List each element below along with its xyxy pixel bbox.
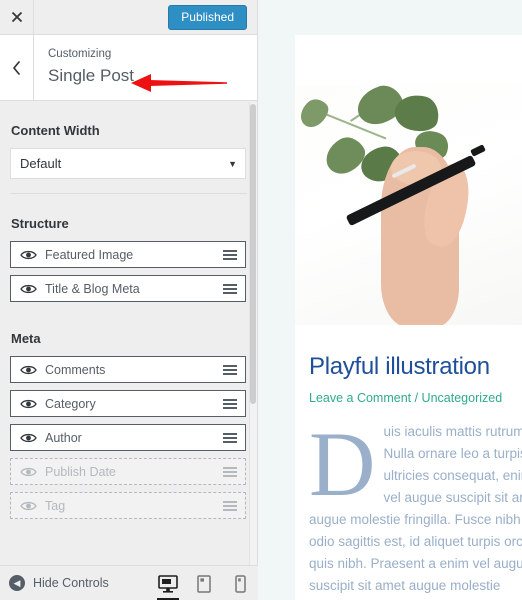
collapse-arrow-icon: ◀ [9, 575, 25, 591]
content-width-control: Default ▼ [10, 148, 247, 179]
preview-post-card: Playful illustration Leave a Comment / U… [295, 35, 522, 600]
structure-label: Structure [11, 216, 69, 231]
item-label: Title & Blog Meta [45, 281, 140, 296]
item-label: Author [45, 430, 82, 445]
item-label: Featured Image [45, 247, 134, 262]
device-preview-group [150, 566, 258, 600]
drag-handle-icon[interactable] [215, 431, 245, 445]
item-label: Comments [45, 362, 106, 377]
eye-icon[interactable] [11, 398, 45, 410]
meta-item-author[interactable]: Author [10, 424, 246, 451]
item-label: Tag [45, 498, 66, 513]
drag-handle-icon[interactable] [215, 397, 245, 411]
eye-icon[interactable] [11, 466, 45, 478]
chevron-left-icon[interactable] [0, 35, 34, 100]
page-title: Single Post [48, 66, 134, 85]
customizer-topbar: Published [0, 0, 257, 35]
structure-item-title-blog-meta[interactable]: Title & Blog Meta [10, 275, 246, 302]
drag-handle-icon[interactable] [215, 363, 245, 377]
customizer-sidebar: Published Customizing Single Post Conten… [0, 0, 258, 600]
drag-handle-icon[interactable] [215, 248, 245, 262]
item-label: Category [45, 396, 96, 411]
content-width-label: Content Width [11, 123, 100, 138]
customizer-screen: Playful illustration Leave a Comment / U… [0, 0, 522, 600]
drag-handle-icon[interactable] [215, 282, 245, 296]
meta-item-comments[interactable]: Comments [10, 356, 246, 383]
close-icon[interactable] [0, 0, 34, 34]
post-body: D uis iaculis mattis rutrum. Nulla ornar… [309, 413, 522, 600]
post-meta[interactable]: Leave a Comment / Uncategorized [309, 391, 522, 405]
content-width-select[interactable]: Default [10, 148, 246, 179]
drag-handle-icon[interactable] [215, 499, 245, 513]
hide-controls-label: Hide Controls [33, 576, 109, 590]
hide-controls-button[interactable]: ◀ Hide Controls [0, 575, 109, 591]
eye-icon[interactable] [11, 283, 45, 295]
meta-item-publish-date[interactable]: Publish Date [10, 458, 246, 485]
panel-eyebrow: Customizing [48, 48, 112, 60]
meta-label: Meta [11, 331, 41, 346]
eye-icon[interactable] [11, 364, 45, 376]
eye-icon[interactable] [11, 432, 45, 444]
dropcap: D [309, 413, 376, 515]
drag-handle-icon[interactable] [215, 465, 245, 479]
post-title: Playful illustration [309, 353, 490, 380]
device-desktop-button[interactable] [150, 566, 186, 600]
meta-item-tag[interactable]: Tag [10, 492, 246, 519]
customizer-footer: ◀ Hide Controls [0, 565, 258, 600]
panel-header: Customizing Single Post [0, 35, 257, 101]
eye-icon[interactable] [11, 500, 45, 512]
featured-image [295, 85, 522, 325]
customizer-controls: Content Width Default ▼ Structure Featur… [0, 101, 257, 571]
device-tablet-button[interactable] [186, 566, 222, 600]
item-label: Publish Date [45, 464, 116, 479]
publish-button[interactable]: Published [168, 5, 247, 30]
pen-tip [470, 144, 486, 157]
leaf-shape [295, 94, 334, 132]
sidebar-scrollbar-thumb[interactable] [250, 104, 256, 404]
preview-pane: Playful illustration Leave a Comment / U… [258, 0, 522, 600]
structure-item-featured-image[interactable]: Featured Image [10, 241, 246, 268]
meta-item-category[interactable]: Category [10, 390, 246, 417]
device-mobile-button[interactable] [222, 566, 258, 600]
eye-icon[interactable] [11, 249, 45, 261]
